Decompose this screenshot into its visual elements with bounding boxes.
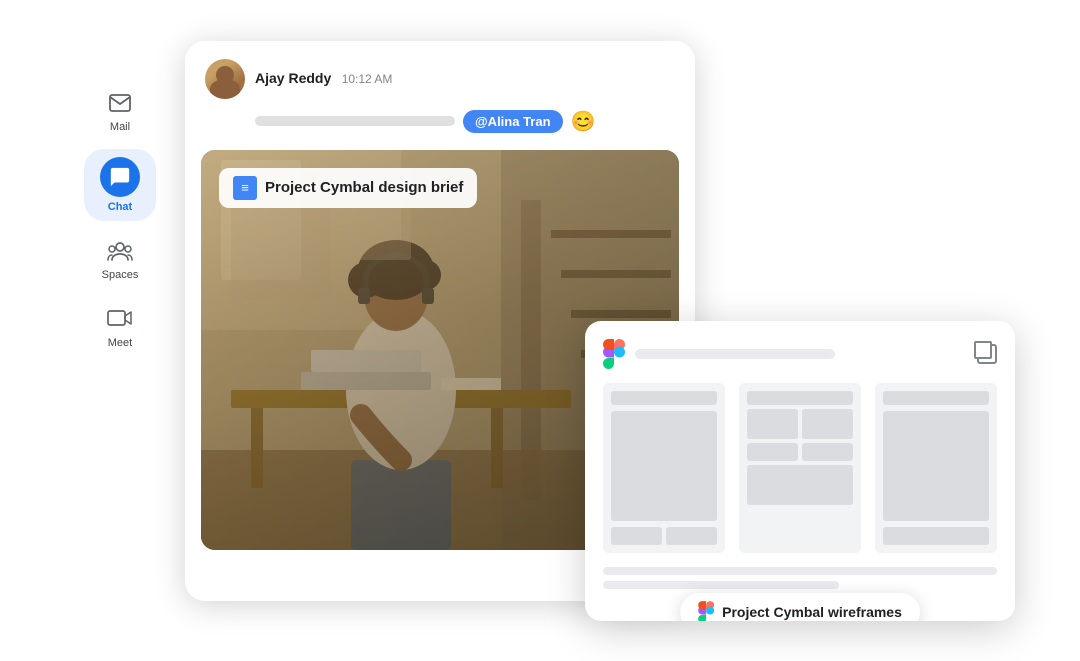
doc-badge[interactable]: Project Cymbal design brief [219,168,477,208]
figma-url-bar [635,349,835,359]
wf-block-1b [666,527,717,545]
wf-block-2d [802,443,853,461]
wf-bottom-blocks-1 [611,527,717,545]
mention-badge[interactable]: @Alina Tran [463,110,563,133]
doc-title: Project Cymbal design brief [265,179,463,196]
message-bubble-row: @Alina Tran 😊 [185,109,695,150]
mail-label: Mail [110,121,130,133]
figma-logo-icon [603,339,625,369]
wf-row-2b [747,443,853,461]
message-header: Ajay Reddy 10:12 AM [185,41,695,109]
figma-card: Project Cymbal wireframes [585,321,1015,621]
doc-icon [233,176,257,200]
footer-bar-1 [603,567,997,575]
meet-icon [106,305,134,333]
message-bar [255,116,455,126]
wf-block-2a [747,409,798,439]
wf-block-1a [611,527,662,545]
spaces-icon [106,237,134,265]
sidebar-item-chat[interactable]: Chat [84,149,156,221]
footer-bar-2 [603,581,839,589]
wf-top-bar-1 [611,391,717,405]
timestamp: 10:12 AM [342,72,393,86]
wf-bottom-blocks-3 [883,527,989,545]
chat-label: Chat [108,201,132,213]
wf-block-3a [883,527,989,545]
wireframe-frame-1 [603,383,725,553]
wf-top-bar-3 [883,391,989,405]
spaces-label: Spaces [102,269,139,281]
wireframe-frame-2 [739,383,861,553]
bottom-label: Project Cymbal wireframes [680,593,920,621]
wf-top-bar-2 [747,391,853,405]
sidebar-item-mail[interactable]: Mail [84,81,156,141]
copy-icon[interactable] [977,344,997,364]
figma-card-header [603,339,997,369]
scene: Mail Chat Spaces [65,21,1015,641]
sender-name: Ajay Reddy [255,70,331,86]
figma-small-icon [698,601,714,621]
figma-card-footer [603,567,997,589]
wireframe-content [603,383,997,553]
wf-row-2a [747,409,853,439]
chat-icon [100,157,140,197]
wireframe-frame-3 [875,383,997,553]
wf-block-2c [747,443,798,461]
wf-content-area-2 [747,465,853,505]
sidebar-item-spaces[interactable]: Spaces [84,229,156,289]
sidebar: Mail Chat Spaces [65,21,175,641]
figma-header-left [603,339,835,369]
sidebar-item-meet[interactable]: Meet [84,297,156,357]
wf-content-area-1 [611,411,717,521]
avatar [205,59,245,99]
sender-info: Ajay Reddy 10:12 AM [255,70,392,88]
wf-content-area-3 [883,411,989,521]
emoji: 😊 [571,109,596,134]
meet-label: Meet [108,337,132,349]
wf-block-2b [802,409,853,439]
mail-icon [106,89,134,117]
bottom-label-text: Project Cymbal wireframes [722,604,902,620]
